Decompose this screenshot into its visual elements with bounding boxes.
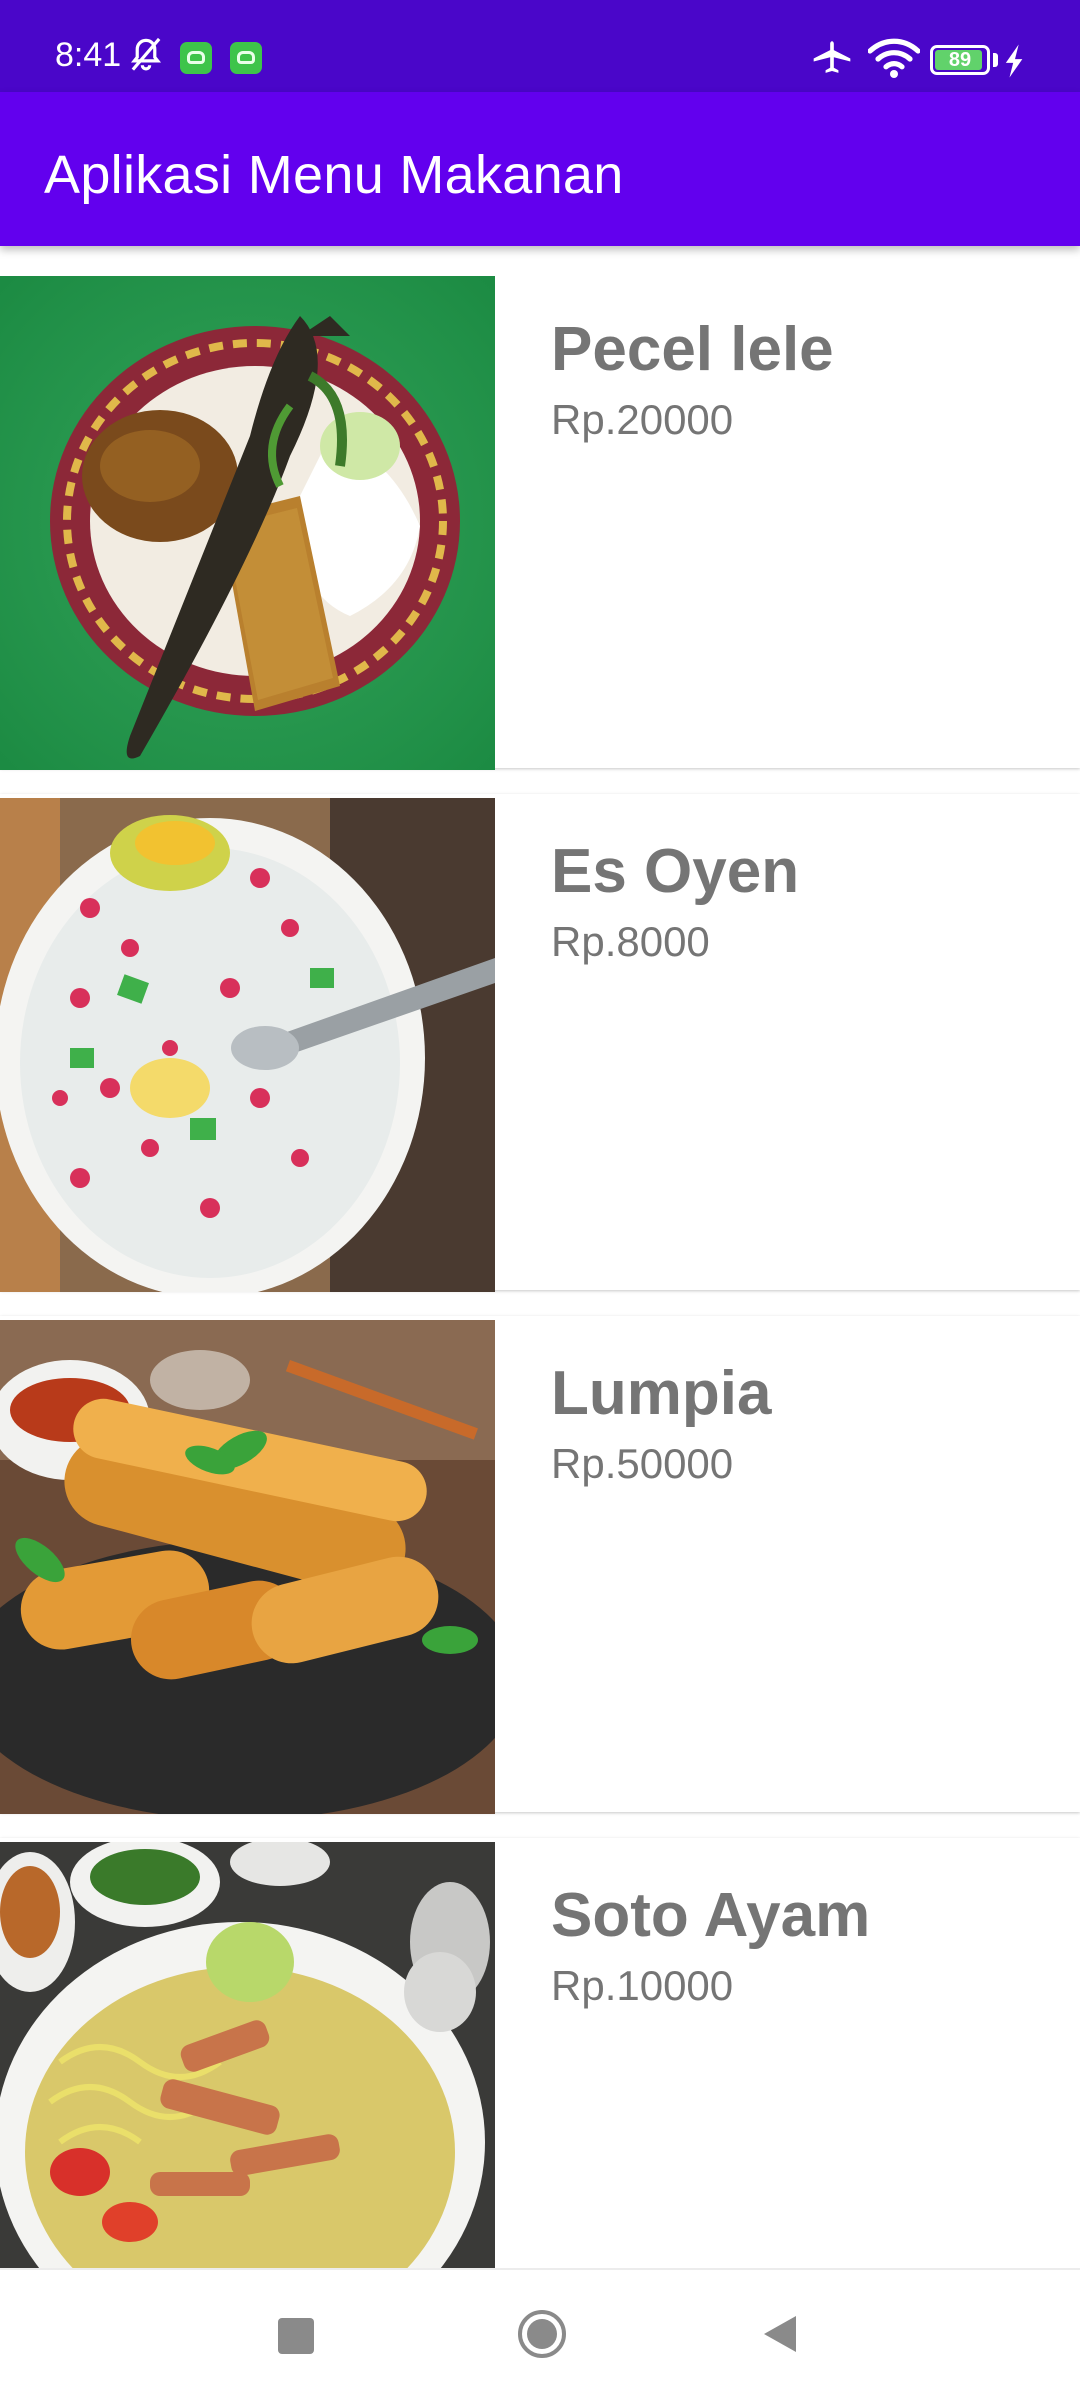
menu-item-price: Rp.20000 <box>551 396 734 443</box>
status-time: 8:41 <box>55 36 122 74</box>
menu-item-card[interactable]: Pecel lele Rp.20000 <box>0 272 1080 770</box>
home-icon[interactable] <box>516 2308 568 2360</box>
charging-icon <box>1005 44 1023 78</box>
menu-item-name: Es Oyen <box>551 837 800 906</box>
menu-item-price: Rp.8000 <box>551 918 710 965</box>
battery-nub <box>993 53 998 67</box>
pecel-lele-photo <box>0 276 495 770</box>
menu-item-price: Rp.50000 <box>551 1440 734 1487</box>
recents-icon[interactable] <box>278 2318 314 2354</box>
menu-item-card[interactable]: Es Oyen Rp.8000 <box>0 794 1080 1292</box>
app-notification-icon <box>180 42 212 74</box>
menu-list[interactable]: Pecel lele Rp.20000 Es Oyen Rp.8000 Lump… <box>0 272 1080 2272</box>
bell-off-icon <box>130 37 162 71</box>
battery-level-text: 89 <box>948 49 972 71</box>
lumpia-photo <box>0 1320 495 1814</box>
navigation-bar <box>0 2268 1080 2402</box>
app-notification-icon <box>230 42 262 74</box>
wifi-icon <box>868 38 920 78</box>
battery-icon: 89 <box>930 45 990 75</box>
menu-item-name: Pecel lele <box>551 315 834 384</box>
airplane-icon <box>813 41 851 73</box>
app-bar: Aplikasi Menu Makanan <box>0 92 1080 246</box>
soto-ayam-photo <box>0 1842 495 2272</box>
menu-item-price: Rp.10000 <box>551 1962 734 2009</box>
menu-item-name: Lumpia <box>551 1359 772 1428</box>
menu-item-card[interactable]: Soto Ayam Rp.10000 <box>0 1838 1080 2272</box>
status-bar: 8:41 89 <box>0 0 1080 92</box>
app-title: Aplikasi Menu Makanan <box>44 145 624 205</box>
es-oyen-photo <box>0 798 495 1292</box>
menu-item-card[interactable]: Lumpia Rp.50000 <box>0 1316 1080 1814</box>
menu-item-name: Soto Ayam <box>551 1881 871 1950</box>
back-icon[interactable] <box>762 2314 798 2354</box>
